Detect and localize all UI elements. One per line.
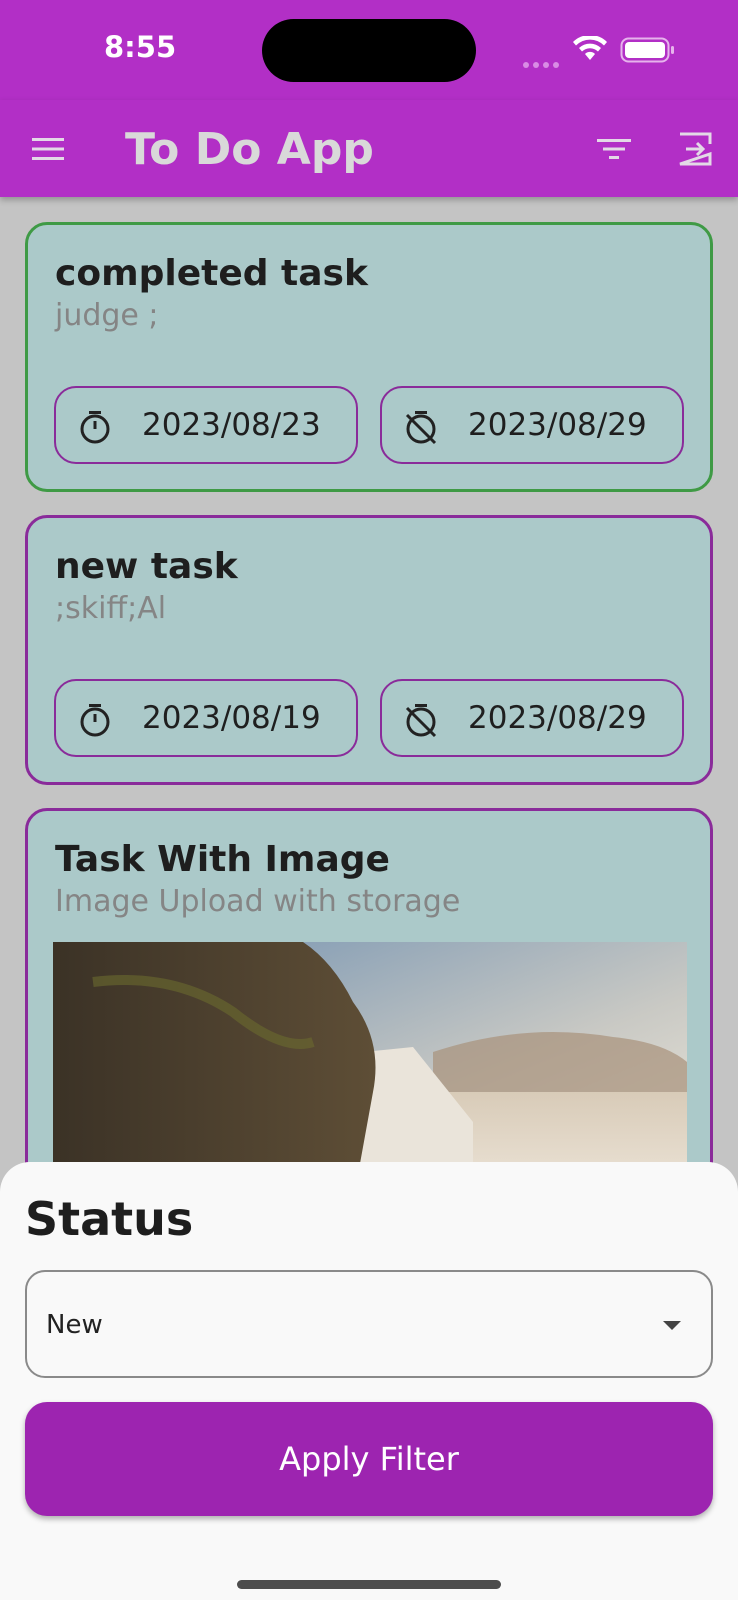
task-description: ;skiff;Al [55, 591, 167, 626]
end-date: 2023/08/29 [468, 700, 647, 736]
timer-off-icon [405, 411, 437, 445]
filter-title: Status [25, 1192, 194, 1246]
battery-icon [620, 37, 674, 63]
app-bar: To Do App [0, 100, 738, 197]
filter-icon[interactable] [595, 133, 633, 165]
status-selected-value: New [46, 1310, 103, 1340]
home-indicator[interactable] [237, 1580, 501, 1589]
status-bar: 8:55 [0, 0, 738, 100]
status-dropdown[interactable]: New [25, 1270, 713, 1378]
filter-bottom-sheet: Status New Apply Filter [0, 1162, 738, 1600]
start-date: 2023/08/19 [142, 700, 321, 736]
start-date-chip[interactable]: 2023/08/19 [54, 679, 358, 757]
chevron-down-icon [663, 1321, 681, 1330]
app-title: To Do App [125, 124, 374, 175]
end-date: 2023/08/29 [468, 407, 647, 443]
task-title: new task [55, 546, 238, 587]
logout-icon[interactable] [676, 130, 716, 168]
timer-off-icon [405, 704, 437, 738]
start-date-chip[interactable]: 2023/08/23 [54, 386, 358, 464]
end-date-chip[interactable]: 2023/08/29 [380, 679, 684, 757]
task-card[interactable]: new task ;skiff;Al 2023/08/19 2023/08/29 [25, 515, 713, 785]
task-description: Image Upload with storage [55, 884, 461, 919]
task-description: judge ; [55, 298, 159, 333]
task-title: completed task [55, 253, 368, 294]
apply-filter-button[interactable]: Apply Filter [25, 1402, 713, 1516]
dynamic-island [262, 19, 476, 82]
end-date-chip[interactable]: 2023/08/29 [380, 386, 684, 464]
wifi-icon [573, 36, 607, 60]
status-time: 8:55 [104, 30, 177, 64]
timer-icon [80, 411, 110, 444]
menu-icon[interactable] [30, 134, 66, 164]
start-date: 2023/08/23 [142, 407, 321, 443]
signal-dots-icon [523, 53, 563, 68]
timer-icon [80, 704, 110, 737]
task-title: Task With Image [55, 839, 390, 880]
task-card[interactable]: completed task judge ; 2023/08/23 2023/0… [25, 222, 713, 492]
